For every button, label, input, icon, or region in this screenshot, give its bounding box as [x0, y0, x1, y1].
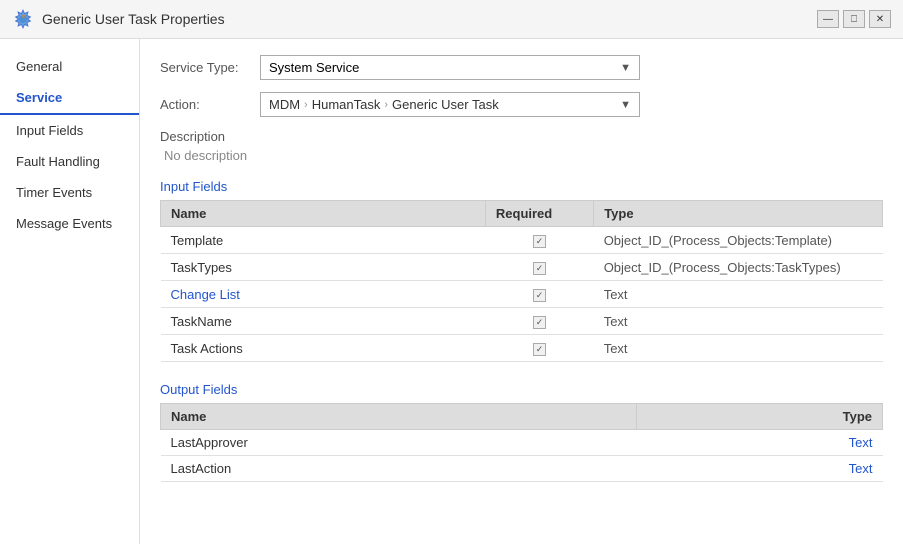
input-row-name: TaskTypes — [161, 254, 486, 281]
required-checkbox[interactable]: ✓ — [533, 316, 546, 329]
output-col-name: Name — [161, 404, 637, 430]
output-row-type: Text — [636, 430, 882, 456]
sidebar-item-timer-events[interactable]: Timer Events — [0, 177, 139, 208]
output-table-header-row: Name Type — [161, 404, 883, 430]
table-row: LastApproverText — [161, 430, 883, 456]
breadcrumb-sep-1: › — [304, 99, 308, 111]
output-row-name: LastApprover — [161, 430, 637, 456]
table-row: TaskName ✓ Text — [161, 308, 883, 335]
sidebar-item-input-fields[interactable]: Input Fields — [0, 115, 139, 146]
table-row: LastActionText — [161, 456, 883, 482]
table-row: TaskTypes ✓ Object_ID_(Process_Objects:Tas… — [161, 254, 883, 281]
service-type-select[interactable]: System Service — [261, 56, 639, 79]
service-type-select-wrapper[interactable]: System Service ▼ — [260, 55, 640, 80]
main-layout: General Service Input Fields Fault Handl… — [0, 39, 903, 544]
description-heading: Description — [160, 129, 883, 144]
description-value: No description — [160, 148, 883, 163]
close-button[interactable]: ✕ — [869, 10, 891, 28]
output-col-type: Type — [636, 404, 882, 430]
input-fields-heading: Input Fields — [160, 179, 883, 194]
input-row-required: ✓ — [485, 308, 593, 335]
output-row-type: Text — [636, 456, 882, 482]
input-row-name: TaskName — [161, 308, 486, 335]
restore-button[interactable]: ⎕ — [843, 10, 865, 28]
description-section: Description No description — [160, 129, 883, 163]
breadcrumb-mdm: MDM — [269, 97, 300, 112]
input-row-name[interactable]: Change List — [161, 281, 486, 308]
output-row-name: LastAction — [161, 456, 637, 482]
required-checkbox[interactable]: ✓ — [533, 235, 546, 248]
input-row-required: ✓ — [485, 281, 593, 308]
required-checkbox[interactable]: ✓ — [533, 289, 546, 302]
sidebar-item-fault-handling[interactable]: Fault Handling — [0, 146, 139, 177]
action-dropdown-icon: ▼ — [620, 99, 631, 111]
input-fields-table: Name Required Type Template ✓ Object_ID_(P… — [160, 200, 883, 362]
breadcrumb-humantask: HumanTask — [312, 97, 381, 112]
action-breadcrumb-wrapper[interactable]: MDM › HumanTask › Generic User Task ▼ — [260, 92, 640, 117]
gear-icon — [12, 8, 34, 30]
input-row-type: Text — [594, 281, 883, 308]
output-fields-section: Output Fields Name Type LastApproverText… — [160, 382, 883, 482]
output-fields-heading: Output Fields — [160, 382, 883, 397]
input-row-name: Task Actions — [161, 335, 486, 362]
input-col-type: Type — [594, 201, 883, 227]
service-type-row: Service Type: System Service ▼ — [160, 55, 883, 80]
breadcrumb-generic-user-task: Generic User Task — [392, 97, 499, 112]
input-col-required: Required — [485, 201, 593, 227]
input-table-header-row: Name Required Type — [161, 201, 883, 227]
input-row-type: Object_ID_(Process_Objects:TaskTypes) — [594, 254, 883, 281]
required-checkbox[interactable]: ✓ — [533, 343, 546, 356]
input-fields-section: Input Fields Name Required Type Template… — [160, 179, 883, 362]
input-row-required: ✓ — [485, 335, 593, 362]
service-type-label: Service Type: — [160, 60, 260, 75]
sidebar: General Service Input Fields Fault Handl… — [0, 39, 140, 544]
table-row: Task Actions ✓ Text — [161, 335, 883, 362]
sidebar-item-general[interactable]: General — [0, 51, 139, 82]
input-col-name: Name — [161, 201, 486, 227]
sidebar-item-service[interactable]: Service — [0, 82, 139, 115]
input-row-type: Text — [594, 335, 883, 362]
sidebar-item-message-events[interactable]: Message Events — [0, 208, 139, 239]
input-row-required: ✓ — [485, 254, 593, 281]
content-area: Service Type: System Service ▼ Action: M… — [140, 39, 903, 544]
output-fields-table: Name Type LastApproverTextLastActionText — [160, 403, 883, 482]
input-row-name: Template — [161, 227, 486, 254]
input-row-required: ✓ — [485, 227, 593, 254]
input-row-type: Text — [594, 308, 883, 335]
action-row: Action: MDM › HumanTask › Generic User T… — [160, 92, 883, 117]
input-row-type: Object_ID_(Process_Objects:Template) — [594, 227, 883, 254]
table-row: Template ✓ Object_ID_(Process_Objects:Temp… — [161, 227, 883, 254]
window-title: Generic User Task Properties — [42, 11, 225, 27]
title-bar: Generic User Task Properties — ⎕ ✕ — [0, 0, 903, 39]
minimize-button[interactable]: — — [817, 10, 839, 28]
breadcrumb-sep-2: › — [384, 99, 388, 111]
action-label: Action: — [160, 97, 260, 112]
window-controls: — ⎕ ✕ — [817, 10, 891, 28]
table-row: Change List ✓ Text — [161, 281, 883, 308]
required-checkbox[interactable]: ✓ — [533, 262, 546, 275]
